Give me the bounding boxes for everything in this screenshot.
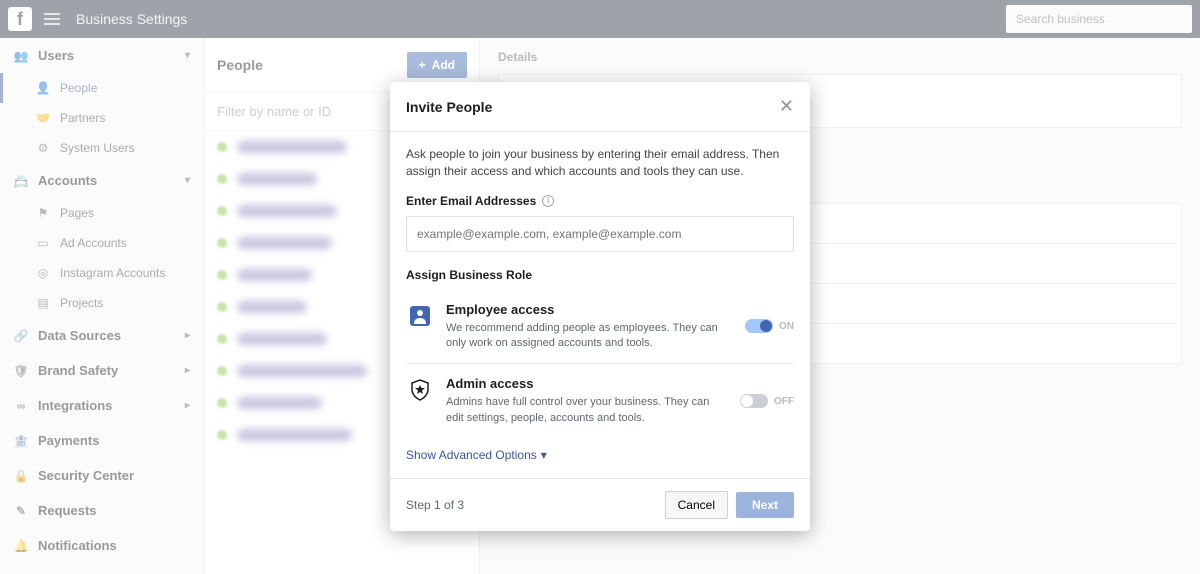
role-toggle[interactable]	[740, 394, 768, 408]
role-option-admin: Admin access Admins have full control ove…	[406, 364, 794, 438]
show-advanced-link[interactable]: Show Advanced Options▾	[406, 448, 547, 462]
cancel-button[interactable]: Cancel	[665, 491, 728, 519]
next-button[interactable]: Next	[736, 492, 794, 518]
role-title: Admin access	[446, 376, 728, 391]
modal-overlay: Invite People ✕ Ask people to join your …	[0, 0, 1200, 574]
role-toggle[interactable]	[745, 319, 773, 333]
toggle-state: ON	[779, 321, 794, 332]
email-input[interactable]	[406, 216, 794, 252]
modal-description: Ask people to join your business by ente…	[406, 146, 794, 180]
step-indicator: Step 1 of 3	[406, 498, 464, 512]
role-option-employee: Employee access We recommend adding peopl…	[406, 290, 794, 365]
role-desc: Admins have full control over your busin…	[446, 395, 728, 426]
invite-people-modal: Invite People ✕ Ask people to join your …	[390, 82, 810, 531]
info-icon[interactable]: i	[542, 195, 554, 207]
employee-icon	[408, 304, 432, 328]
chevron-down-icon: ▾	[541, 448, 547, 462]
close-icon[interactable]: ✕	[779, 96, 794, 117]
toggle-state: OFF	[774, 396, 794, 407]
assign-role-label: Assign Business Role	[406, 268, 794, 282]
role-title: Employee access	[446, 302, 733, 317]
email-label: Enter Email Addressesi	[406, 194, 794, 208]
admin-shield-icon	[408, 378, 432, 402]
modal-title: Invite People	[406, 99, 492, 115]
role-desc: We recommend adding people as employees.…	[446, 321, 733, 352]
